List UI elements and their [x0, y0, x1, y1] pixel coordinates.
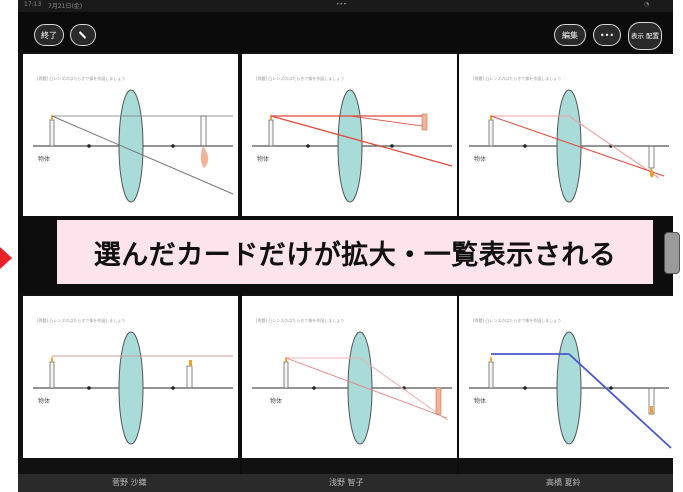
object-label: 物体 [474, 156, 487, 163]
pen-tool-button[interactable] [70, 24, 96, 46]
student-card[interactable]: [問題] 凸レンズのはたらきで像を作図しましょう 物体 [23, 296, 238, 458]
object-label: 物体 [38, 156, 51, 163]
top-toolbar: 終了 編集 ••• 表示 配置 [18, 12, 673, 52]
display-layout-button[interactable]: 表示 配置 [628, 22, 662, 50]
lens-diagram [469, 331, 672, 449]
status-date: 7月21日(金) [48, 3, 83, 10]
status-dots: ••• [336, 1, 347, 8]
selection-pointer-arrow [0, 247, 12, 269]
lens-diagram [33, 89, 234, 203]
more-icon: ••• [599, 30, 615, 40]
object-label: 物体 [38, 398, 51, 405]
more-button[interactable]: ••• [593, 24, 621, 46]
lens-diagram [252, 89, 453, 203]
lens-diagram [252, 331, 452, 445]
student-card[interactable]: [問題] 凸レンズのはたらきで像を作図しましょう 物体 [23, 54, 238, 216]
object-label: 物体 [270, 398, 283, 405]
end-button[interactable]: 終了 [34, 24, 64, 46]
object-label: 物体 [257, 156, 270, 163]
student-name-2: 浅野 智子 [329, 478, 364, 487]
student-card[interactable]: [問題] 凸レンズのはたらきで像を作図しましょう 物体 [242, 54, 457, 216]
side-handle[interactable] [664, 232, 680, 274]
student-card[interactable]: [問題] 凸レンズのはたらきで像を作図しましょう 物体 [459, 296, 674, 458]
lens-diagram [33, 331, 233, 445]
edit-button[interactable]: 編集 [554, 24, 586, 46]
pen-icon [79, 31, 86, 39]
end-button-label: 終了 [41, 30, 57, 40]
student-card[interactable]: [問題] 凸レンズのはたらきで像を作図しましょう 物体 [459, 54, 674, 216]
edit-button-label: 編集 [562, 30, 578, 40]
caption-text: 選んだカードだけが拡大・一覧表示される [93, 239, 617, 271]
student-name-3: 高橋 夏鈴 [546, 478, 581, 487]
wifi-icon: ◔ [644, 1, 650, 8]
object-label: 物体 [474, 398, 487, 405]
display-layout-label: 表示 配置 [630, 32, 660, 40]
lens-diagram [469, 89, 669, 203]
caption-banner: 選んだカードだけが拡大・一覧表示される [57, 220, 653, 284]
student-card[interactable]: [問題] 凸レンズのはたらきで像を作図しましょう 物体 [242, 296, 457, 458]
status-bar: 17:13 7月21日(金) ••• ◔ [18, 0, 673, 12]
student-name-1: 菅野 沙織 [112, 478, 147, 487]
status-time: 17:13 [24, 1, 42, 8]
